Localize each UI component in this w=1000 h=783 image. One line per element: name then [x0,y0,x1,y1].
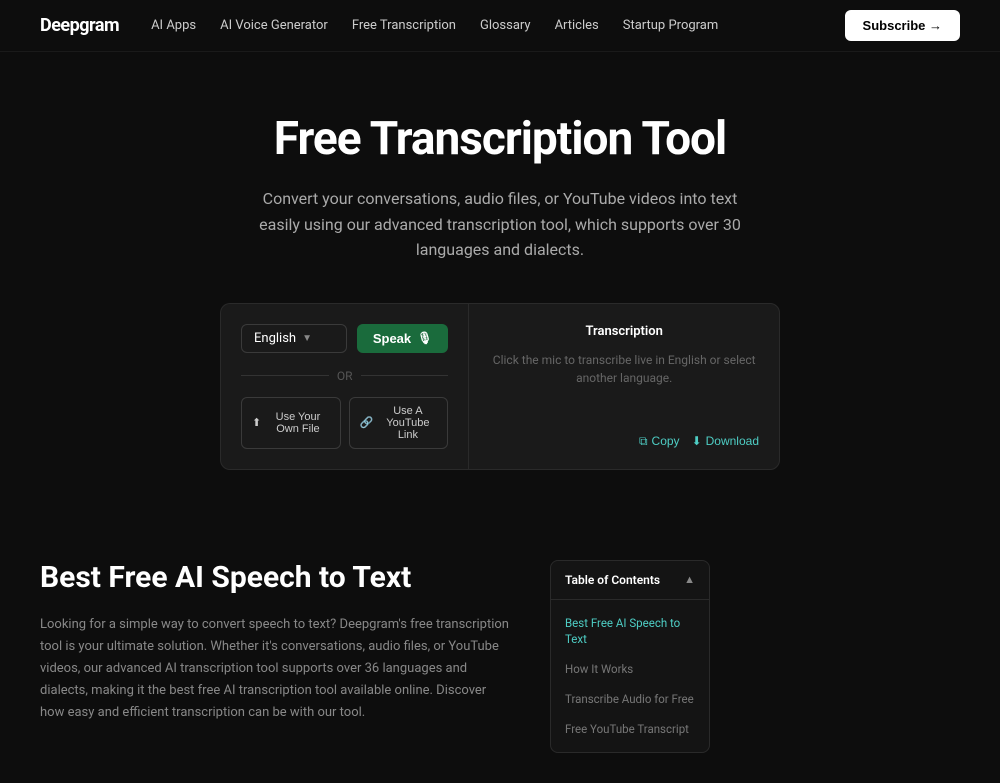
nav-links: AI Apps AI Voice Generator Free Transcri… [151,18,718,33]
file-icon: ⬆ [252,416,261,429]
mic-icon: 🎙 [417,331,432,345]
toc-items: Best Free AI Speech to Text How It Works… [551,600,709,752]
use-own-file-label: Use Your Own File [266,411,329,435]
divider-line-right [361,375,449,376]
download-button[interactable]: ⬇ Download [692,434,759,449]
use-youtube-label: Use A YouTube Link [378,405,437,441]
nav-link-articles[interactable]: Articles [555,18,599,33]
section-title: Best Free AI Speech to Text [40,560,510,596]
table-of-contents: Table of Contents ▲ Best Free AI Speech … [550,560,710,753]
or-divider: OR [241,369,448,383]
subscribe-button[interactable]: Subscribe → [845,10,960,41]
or-label: OR [337,369,353,383]
language-label: English [254,331,296,346]
toc-item-2[interactable]: Transcribe Audio for Free [551,684,709,714]
file-buttons: ⬆ Use Your Own File 🔗 Use A YouTube Link [241,397,448,449]
speak-label: Speak [373,331,411,346]
section-text: Looking for a simple way to convert spee… [40,614,510,724]
language-select[interactable]: English ▼ [241,324,347,353]
tool-container: English ▼ Speak 🎙 OR ⬆ Use Your Own File [220,303,780,470]
tool-left-panel: English ▼ Speak 🎙 OR ⬆ Use Your Own File [220,303,468,470]
use-youtube-link-button[interactable]: 🔗 Use A YouTube Link [349,397,449,449]
nav-link-startup[interactable]: Startup Program [623,18,719,33]
download-label: Download [706,434,759,448]
toc-header: Table of Contents ▲ [551,561,709,600]
nav-link-glossary[interactable]: Glossary [480,18,531,33]
speak-button[interactable]: Speak 🎙 [357,324,449,353]
hero-section: Free Transcription Tool Convert your con… [0,52,1000,510]
tool-controls: English ▼ Speak 🎙 [241,324,448,353]
navbar-left: Deepgram AI Apps AI Voice Generator Free… [40,15,718,36]
chevron-down-icon: ▼ [302,333,312,344]
copy-label: Copy [652,434,680,448]
content-left: Best Free AI Speech to Text Looking for … [40,560,510,753]
content-section: Best Free AI Speech to Text Looking for … [0,510,1000,783]
toc-title: Table of Contents [565,573,660,587]
download-icon: ⬇ [692,434,702,448]
transcription-actions: ⧉ Copy ⬇ Download [489,434,759,449]
transcription-title: Transcription [489,324,759,339]
nav-link-ai-voice[interactable]: AI Voice Generator [220,18,328,33]
hero-subtitle: Convert your conversations, audio files,… [250,186,750,263]
nav-link-free-transcription[interactable]: Free Transcription [352,18,456,33]
navbar: Deepgram AI Apps AI Voice Generator Free… [0,0,1000,52]
hero-title: Free Transcription Tool [40,112,960,166]
toc-item-1[interactable]: How It Works [551,654,709,684]
logo: Deepgram [40,15,119,36]
toc-item-0[interactable]: Best Free AI Speech to Text [551,608,709,654]
toc-item-3[interactable]: Free YouTube Transcript [551,714,709,744]
transcription-hint: Click the mic to transcribe live in Engl… [489,351,759,418]
nav-link-ai-apps[interactable]: AI Apps [151,18,196,33]
toc-toggle-icon[interactable]: ▲ [684,573,695,586]
divider-line-left [241,375,329,376]
copy-icon: ⧉ [639,434,648,449]
transcription-panel: Transcription Click the mic to transcrib… [468,303,780,470]
use-own-file-button[interactable]: ⬆ Use Your Own File [241,397,341,449]
copy-button[interactable]: ⧉ Copy [639,434,680,449]
link-icon: 🔗 [360,416,374,429]
